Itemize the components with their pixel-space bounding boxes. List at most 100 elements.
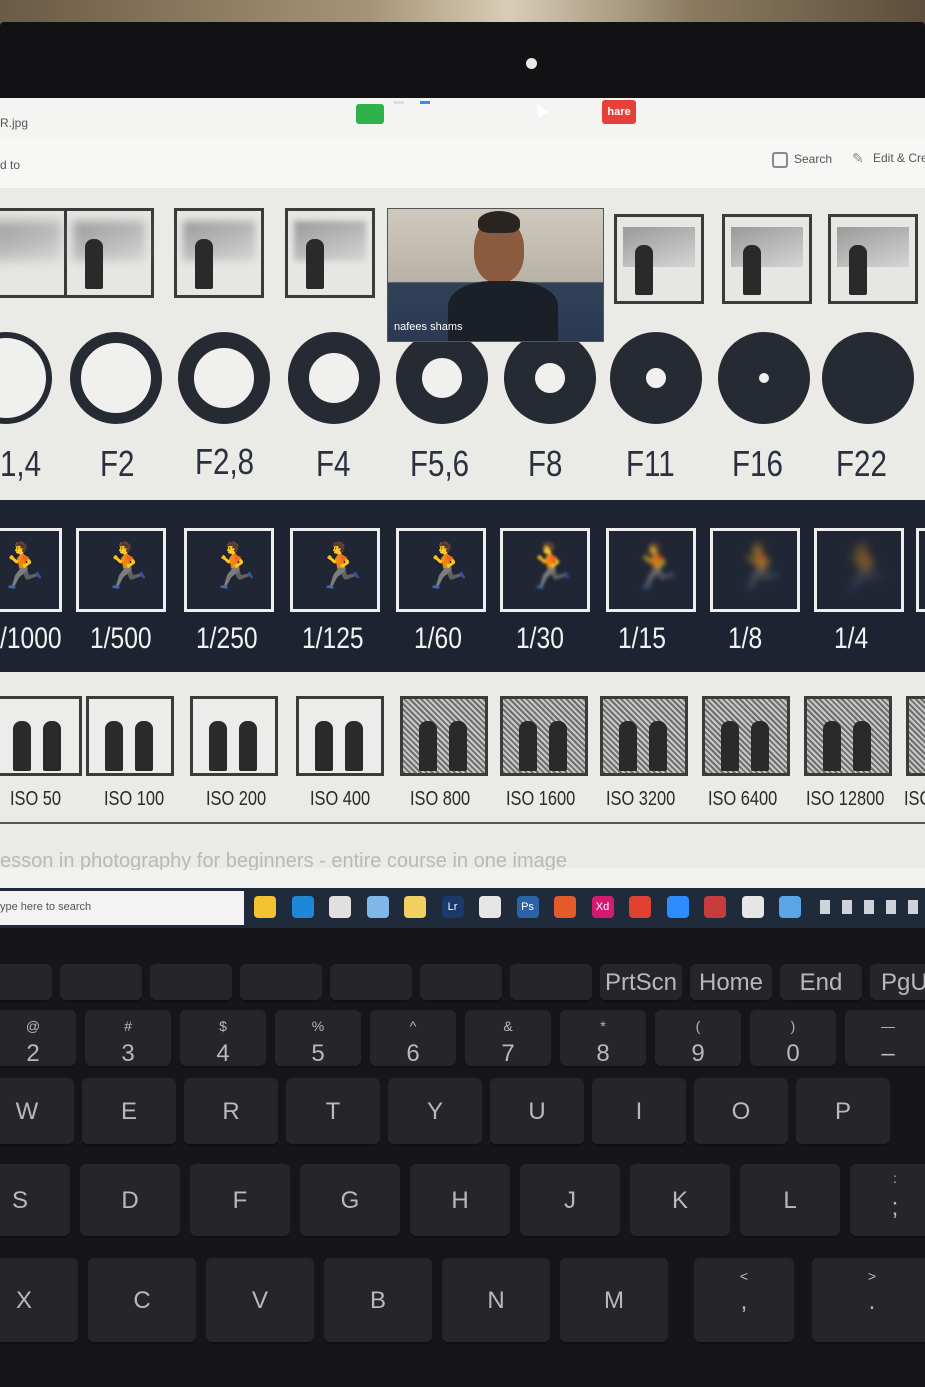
- function-key[interactable]: [60, 964, 142, 1002]
- landscape-icon: [0, 221, 61, 261]
- zoom-icon[interactable]: [666, 896, 689, 918]
- key-label: D: [121, 1187, 139, 1214]
- function-key[interactable]: PgUp: [870, 964, 925, 1002]
- letter-key-l[interactable]: L: [740, 1164, 840, 1238]
- number-key[interactable]: — –: [845, 1010, 925, 1068]
- edge-icon[interactable]: [291, 896, 314, 918]
- function-key[interactable]: Home: [690, 964, 772, 1002]
- iso-icons: [0, 696, 925, 778]
- key-label: J: [564, 1187, 576, 1214]
- function-key[interactable]: [330, 964, 412, 1002]
- lightroom-icon[interactable]: Lr: [441, 896, 464, 918]
- letter-key-n[interactable]: N: [442, 1258, 550, 1344]
- letter-key-u[interactable]: U: [490, 1078, 584, 1146]
- app-icon-2[interactable]: [554, 896, 576, 918]
- photos-title-bar: R.jpg hare: [0, 98, 925, 138]
- letter-key-y[interactable]: Y: [388, 1078, 482, 1146]
- key-label: U: [528, 1098, 546, 1125]
- shutter-frame: 🏃: [606, 528, 696, 612]
- share-button[interactable]: hare: [602, 100, 636, 124]
- landscape-icon: [837, 227, 909, 267]
- function-key[interactable]: [0, 964, 52, 1002]
- search-button[interactable]: Search: [794, 152, 832, 166]
- letter-key-j[interactable]: J: [520, 1164, 620, 1238]
- function-key[interactable]: End: [780, 964, 862, 1002]
- number-key[interactable]: @2: [0, 1010, 76, 1068]
- store-icon[interactable]: [741, 896, 764, 918]
- iso-label: ISO 1600: [506, 788, 576, 810]
- number-key[interactable]: (9: [655, 1010, 741, 1068]
- key-label: PrtScn: [604, 969, 678, 996]
- edit-icon[interactable]: ✎: [852, 150, 864, 167]
- letter-key-c[interactable]: C: [88, 1258, 196, 1344]
- number-key[interactable]: * 8: [560, 1010, 646, 1068]
- number-key[interactable]: & 7: [465, 1010, 551, 1068]
- aperture-ring: [610, 332, 702, 424]
- tray-icons[interactable]: [820, 900, 920, 914]
- edit-create-button[interactable]: Edit & Cre: [873, 151, 925, 165]
- number-key[interactable]: #3: [85, 1010, 171, 1068]
- paint-icon[interactable]: [404, 896, 426, 918]
- key-sub-label: @: [25, 1018, 41, 1034]
- runner-icon: 🏃: [207, 541, 262, 592]
- number-key[interactable]: % 5: [275, 1010, 361, 1068]
- letter-key-e[interactable]: E: [82, 1078, 176, 1146]
- letter-key-f[interactable]: F: [190, 1164, 290, 1238]
- number-key[interactable]: ^ 6: [370, 1010, 456, 1068]
- search-icon[interactable]: [772, 152, 788, 168]
- function-key[interactable]: [150, 964, 232, 1002]
- chrome-icon[interactable]: [629, 896, 651, 918]
- person-icon: [743, 245, 761, 295]
- zoom-security-icon[interactable]: [356, 104, 384, 124]
- calculator-icon[interactable]: [479, 896, 501, 918]
- letter-key-i[interactable]: I: [592, 1078, 686, 1146]
- letter-key-w[interactable]: W: [0, 1078, 74, 1146]
- app-icon[interactable]: [366, 896, 389, 918]
- photos-icon[interactable]: [329, 896, 351, 918]
- key-label: G: [340, 1187, 360, 1214]
- zoom-video-tile[interactable]: nafees shams: [387, 208, 604, 342]
- runner-icon: 🏃: [837, 541, 892, 592]
- letter-key-d[interactable]: D: [80, 1164, 180, 1238]
- couple-icon-right: [239, 721, 257, 771]
- comma-key[interactable]: <,: [694, 1258, 794, 1344]
- key-label: 7: [501, 1040, 515, 1067]
- letter-key-x[interactable]: X: [0, 1258, 78, 1344]
- iso-frame: [702, 696, 790, 776]
- file-explorer-icon[interactable]: [254, 896, 276, 918]
- period-key[interactable]: >.: [812, 1258, 925, 1344]
- letter-key-t[interactable]: T: [286, 1078, 380, 1146]
- photos-app-icon[interactable]: [779, 896, 801, 918]
- mouse-cursor-icon: [531, 99, 549, 119]
- taskbar-search-box[interactable]: ype here to search: [0, 891, 244, 925]
- letter-key-r[interactable]: R: [184, 1078, 278, 1146]
- function-key[interactable]: [420, 964, 502, 1002]
- photoshop-icon[interactable]: Ps: [516, 896, 539, 918]
- xd-icon[interactable]: Xd: [591, 896, 614, 918]
- letter-key-b[interactable]: B: [324, 1258, 432, 1344]
- function-key[interactable]: PrtScn: [600, 964, 682, 1002]
- number-key[interactable]: ) 0: [750, 1010, 836, 1068]
- colon-key[interactable]: :;: [850, 1164, 925, 1238]
- letter-key-s[interactable]: S: [0, 1164, 70, 1238]
- aperture-label: F8: [528, 443, 563, 484]
- aperture-label: F4: [316, 443, 351, 484]
- function-key[interactable]: [240, 964, 322, 1002]
- depth-of-field-frame: [64, 208, 154, 298]
- key-sub-label: #: [124, 1018, 132, 1034]
- function-key[interactable]: [510, 964, 592, 1002]
- shutter-label: 1/30: [516, 622, 564, 655]
- image-caption: esson in photography for beginners - ent…: [0, 850, 568, 870]
- key-label: End: [799, 969, 843, 996]
- laptop-screen: R.jpg hare d to Search ✎ Edit & Cre 1,4 …: [0, 98, 925, 928]
- letter-key-h[interactable]: H: [410, 1164, 510, 1238]
- letter-key-o[interactable]: O: [694, 1078, 788, 1146]
- letter-key-k[interactable]: K: [630, 1164, 730, 1238]
- letter-key-v[interactable]: V: [206, 1258, 314, 1344]
- app-icon-3[interactable]: [704, 896, 726, 918]
- letter-key-g[interactable]: G: [300, 1164, 400, 1238]
- number-key[interactable]: $4: [180, 1010, 266, 1068]
- letter-key-m[interactable]: M: [560, 1258, 668, 1344]
- letter-key-p[interactable]: P: [796, 1078, 890, 1146]
- key-sub-label: :: [893, 1170, 897, 1186]
